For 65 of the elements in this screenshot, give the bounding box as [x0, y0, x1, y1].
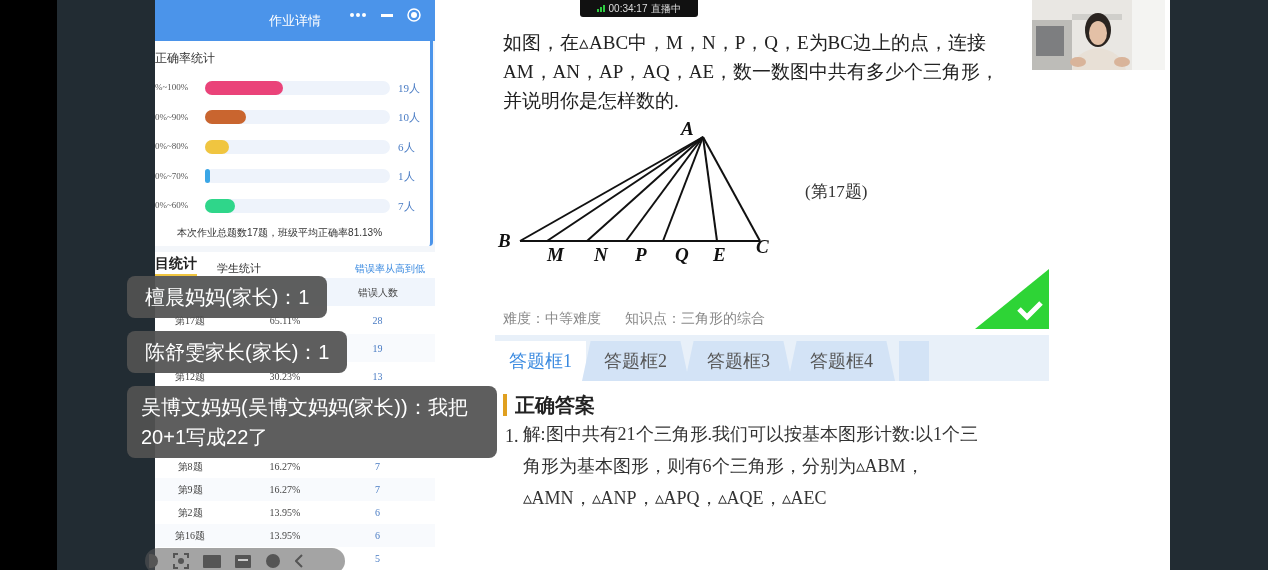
point-label: A: [681, 119, 694, 139]
tab[interactable]: 答题框3: [685, 341, 792, 381]
table-cell: 7: [375, 484, 380, 495]
column-header: 错误人数: [357, 286, 398, 298]
tab[interactable]: 答题框2: [582, 341, 689, 381]
point-label: C: [756, 236, 769, 257]
collapse-icon[interactable]: [295, 554, 303, 568]
focus-icon[interactable]: [173, 553, 189, 569]
tab[interactable]: 答题框4: [788, 341, 895, 381]
range-label: 0%~70%: [155, 169, 190, 183]
student-count: 7人: [398, 198, 415, 214]
answer-text: 解:图中共有21个三角形.我们可以按基本图形计数:以1个三 角形为基本图形，则有6个三角形，分别为▵ABM， ▵AMN，▵ANP，▵APQ，▵AQE，▵AEC: [522, 423, 978, 510]
range-label: 0%~60%: [155, 199, 190, 213]
range-label: 0%~80%: [155, 140, 190, 154]
table-cell: 16.27%: [269, 461, 301, 472]
range-label: 0%~90%: [155, 110, 190, 124]
table-cell: 6: [375, 507, 380, 518]
point-label: N: [594, 244, 608, 265]
chat-message: 檀晨妈妈(家长)：1: [127, 276, 328, 318]
live-timer: 00:34:17: [608, 2, 648, 16]
difficulty-text: 难度：中等难度: [503, 309, 601, 328]
card-title: 正确率统计: [155, 50, 216, 68]
point-label: B: [498, 230, 511, 251]
point-label: M: [547, 244, 564, 265]
table-cell: 第16题: [175, 530, 205, 541]
live-status: 直播中: [651, 2, 682, 16]
minimize-icon[interactable]: [381, 13, 393, 17]
signal-icon: [596, 5, 605, 12]
summary-text: 本次作业总题数17题，班级平均正确率81.13%: [176, 225, 384, 240]
table-cell: 13: [372, 370, 383, 382]
table-cell: 13.95%: [269, 507, 301, 518]
student-count: 19人: [398, 80, 420, 96]
student-count: 10人: [398, 110, 420, 126]
tab[interactable]: 学生统计: [217, 259, 271, 276]
knowledge-text: 知识点：三角形的综合: [625, 309, 765, 328]
table-cell: 第8题: [177, 461, 203, 472]
list-number: 1.: [505, 425, 519, 448]
tab[interactable]: 答题框1: [495, 341, 586, 381]
table-cell: 5: [375, 553, 380, 564]
table-cell: 19: [372, 342, 383, 354]
panel-title: 作业详情: [269, 11, 321, 30]
more-icon[interactable]: [349, 12, 367, 18]
table-cell: 6: [375, 530, 380, 541]
student-count: 1人: [398, 169, 415, 185]
point-label: P: [635, 244, 647, 265]
chat-message: 陈舒雯家长(家长)：1: [127, 331, 348, 373]
point-label: Q: [675, 244, 689, 265]
table-cell: 第9题: [177, 484, 203, 495]
section-heading: 正确答案: [515, 393, 595, 417]
student-count: 6人: [398, 139, 415, 155]
question-text: 如图，在▵ABC中，M，N，P，Q，E为BC边上的点，连接 AM，AN，AP，AQ，AE，数一数图中共有多少个三角形， 并说明你是怎样数的.: [502, 31, 1001, 113]
table-cell: 28: [372, 314, 383, 326]
chat-message: 吴博文妈妈(吴博文妈妈(家长))：我把20+1写成22了: [127, 386, 497, 458]
point-label: E: [713, 244, 726, 265]
figure-caption: (第17题): [805, 181, 868, 203]
table-cell: 第12题: [175, 370, 205, 382]
table-cell: 7: [375, 461, 380, 472]
table-cell: 30.23%: [269, 370, 301, 382]
sort-link[interactable]: 错误率从高到低: [355, 261, 425, 276]
range-label: %~100%: [155, 81, 190, 95]
table-cell: 16.27%: [269, 484, 301, 495]
accent-bar: [503, 394, 507, 416]
table-cell: 第2题: [177, 507, 203, 518]
record-icon[interactable]: [265, 553, 281, 569]
table-cell: 13.95%: [269, 530, 301, 541]
